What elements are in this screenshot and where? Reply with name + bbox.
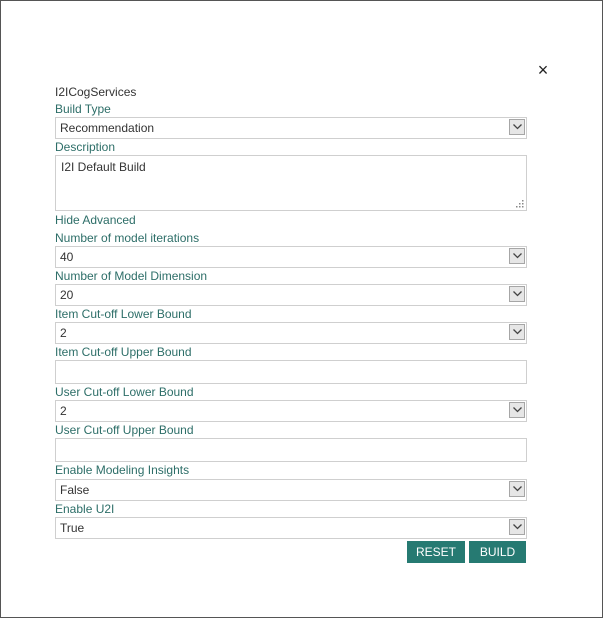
enable-u2i-value: True xyxy=(60,521,85,535)
item-cutoff-lower-value: 2 xyxy=(60,326,67,340)
close-icon[interactable]: × xyxy=(534,61,552,79)
model-iterations-value: 40 xyxy=(60,250,74,264)
model-dimension-select[interactable]: 20 xyxy=(55,284,527,306)
chevron-down-icon[interactable] xyxy=(509,119,525,135)
chevron-down-icon[interactable] xyxy=(509,324,525,340)
hide-advanced-link[interactable]: Hide Advanced xyxy=(55,213,136,227)
description-textarea[interactable]: I2I Default Build xyxy=(55,155,527,211)
build-type-value: Recommendation xyxy=(60,121,155,135)
dialog-title: I2ICogServices xyxy=(55,85,137,99)
enable-u2i-label: Enable U2I xyxy=(55,502,115,516)
build-button[interactable]: BUILD xyxy=(469,541,526,563)
reset-button[interactable]: RESET xyxy=(407,541,465,563)
build-type-select[interactable]: Recommendation xyxy=(55,117,527,139)
chevron-down-icon[interactable] xyxy=(509,248,525,264)
item-cutoff-upper-label: Item Cut-off Upper Bound xyxy=(55,345,192,359)
model-iterations-label: Number of model iterations xyxy=(55,231,200,245)
user-cutoff-lower-label: User Cut-off Lower Bound xyxy=(55,385,194,399)
resize-grip-icon[interactable] xyxy=(516,200,524,208)
model-iterations-select[interactable]: 40 xyxy=(55,246,527,268)
description-label: Description xyxy=(55,140,116,154)
model-dimension-value: 20 xyxy=(60,288,74,302)
user-cutoff-lower-select[interactable]: 2 xyxy=(55,400,527,422)
modeling-insights-label: Enable Modeling Insights xyxy=(55,463,190,477)
modeling-insights-value: False xyxy=(60,483,90,497)
user-cutoff-upper-label: User Cut-off Upper Bound xyxy=(55,423,194,437)
chevron-down-icon[interactable] xyxy=(509,481,525,497)
item-cutoff-lower-select[interactable]: 2 xyxy=(55,322,527,344)
description-value: I2I Default Build xyxy=(61,160,146,174)
chevron-down-icon[interactable] xyxy=(509,519,525,535)
user-cutoff-upper-input[interactable] xyxy=(55,438,527,462)
chevron-down-icon[interactable] xyxy=(509,286,525,302)
modeling-insights-select[interactable]: False xyxy=(55,479,527,501)
build-type-label: Build Type xyxy=(55,102,111,116)
model-dimension-label: Number of Model Dimension xyxy=(55,269,208,283)
enable-u2i-select[interactable]: True xyxy=(55,517,527,539)
item-cutoff-lower-label: Item Cut-off Lower Bound xyxy=(55,307,192,321)
item-cutoff-upper-input[interactable] xyxy=(55,360,527,384)
chevron-down-icon[interactable] xyxy=(509,402,525,418)
build-dialog: × I2ICogServices Build Type Recommendati… xyxy=(0,0,603,618)
user-cutoff-lower-value: 2 xyxy=(60,404,67,418)
